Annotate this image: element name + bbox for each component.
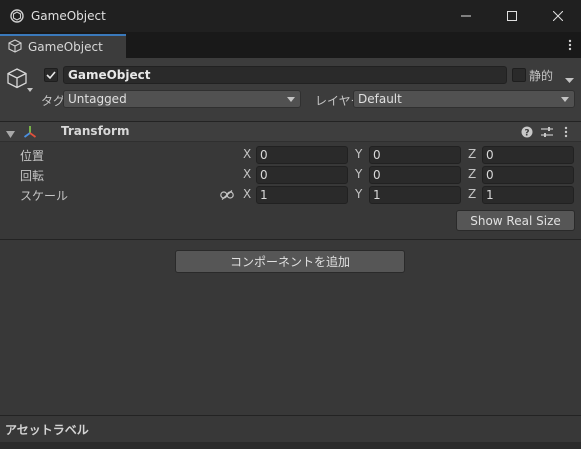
rotation-label: 回転 bbox=[20, 169, 45, 183]
axis-x-label: X bbox=[243, 147, 252, 161]
asset-labels-title: アセットラベル bbox=[5, 423, 89, 437]
rotation-x-field[interactable]: 0 bbox=[256, 166, 348, 184]
rotation-z-field[interactable]: 0 bbox=[482, 166, 574, 184]
kebab-menu-icon[interactable] bbox=[564, 126, 568, 141]
tab-gameobject[interactable]: GameObject bbox=[0, 34, 126, 58]
chevron-down-icon[interactable] bbox=[565, 73, 574, 87]
chevron-down-icon bbox=[561, 97, 569, 102]
gameobject-header: GameObject 静的 タグ Untagged レイヤー Default bbox=[0, 58, 581, 122]
help-icon[interactable]: ? bbox=[521, 126, 533, 141]
chevron-down-icon bbox=[287, 97, 295, 102]
tab-label: GameObject bbox=[28, 40, 103, 54]
scale-y-field[interactable]: 1 bbox=[369, 186, 461, 204]
scale-label: スケール bbox=[20, 189, 69, 203]
rotation-y-field[interactable]: 0 bbox=[369, 166, 461, 184]
transform-body: 位置 X 0 Y 0 Z 0 回転 X 0 Y 0 Z 0 スケール X 1 Y… bbox=[0, 142, 581, 240]
axis-x-label: X bbox=[243, 167, 252, 181]
tab-bar: GameObject bbox=[0, 32, 581, 58]
transform-title: Transform bbox=[61, 124, 130, 138]
static-checkbox[interactable] bbox=[512, 68, 526, 82]
show-real-size-button[interactable]: Show Real Size bbox=[456, 210, 575, 231]
bottom-divider bbox=[0, 442, 581, 449]
layer-value: Default bbox=[358, 92, 402, 106]
close-button[interactable] bbox=[535, 0, 581, 32]
foldout-arrow-icon[interactable] bbox=[6, 128, 15, 142]
minimize-button[interactable] bbox=[443, 0, 489, 32]
position-x-field[interactable]: 0 bbox=[256, 146, 348, 164]
axis-z-label: Z bbox=[468, 147, 477, 161]
svg-text:?: ? bbox=[524, 129, 529, 139]
gameobject-icon[interactable] bbox=[6, 66, 36, 100]
scale-x-field[interactable]: 1 bbox=[256, 186, 348, 204]
tag-value: Untagged bbox=[68, 92, 127, 106]
scale-z-field[interactable]: 1 bbox=[482, 186, 574, 204]
transform-header[interactable]: Transform ? bbox=[0, 122, 581, 142]
position-label: 位置 bbox=[20, 149, 45, 163]
transform-icon bbox=[22, 124, 38, 143]
axis-y-label: Y bbox=[355, 167, 363, 181]
window-controls bbox=[443, 0, 581, 32]
gameobject-name-input[interactable]: GameObject bbox=[63, 66, 507, 84]
asset-labels-bar: アセットラベル bbox=[0, 415, 581, 442]
layer-dropdown[interactable]: Default bbox=[353, 90, 575, 108]
preset-sliders-icon[interactable] bbox=[541, 126, 553, 141]
constrain-proportions-icon[interactable] bbox=[220, 189, 234, 203]
axis-z-label: Z bbox=[468, 187, 477, 201]
cube-icon bbox=[8, 38, 22, 56]
axis-z-label: Z bbox=[468, 167, 477, 181]
static-label: 静的 bbox=[529, 69, 554, 83]
axis-y-label: Y bbox=[355, 187, 363, 201]
active-checkbox[interactable] bbox=[44, 68, 58, 82]
tag-label: タグ bbox=[41, 94, 66, 108]
maximize-button[interactable] bbox=[489, 0, 535, 32]
kebab-menu-icon[interactable] bbox=[565, 38, 575, 52]
axis-x-label: X bbox=[243, 187, 252, 201]
position-z-field[interactable]: 0 bbox=[482, 146, 574, 164]
tag-dropdown[interactable]: Untagged bbox=[63, 90, 301, 108]
position-y-field[interactable]: 0 bbox=[369, 146, 461, 164]
window-title: GameObject bbox=[31, 9, 106, 23]
unity-logo-icon bbox=[9, 8, 25, 24]
title-bar: GameObject bbox=[0, 0, 581, 32]
axis-y-label: Y bbox=[355, 147, 363, 161]
add-component-button[interactable]: コンポーネントを追加 bbox=[175, 250, 405, 273]
